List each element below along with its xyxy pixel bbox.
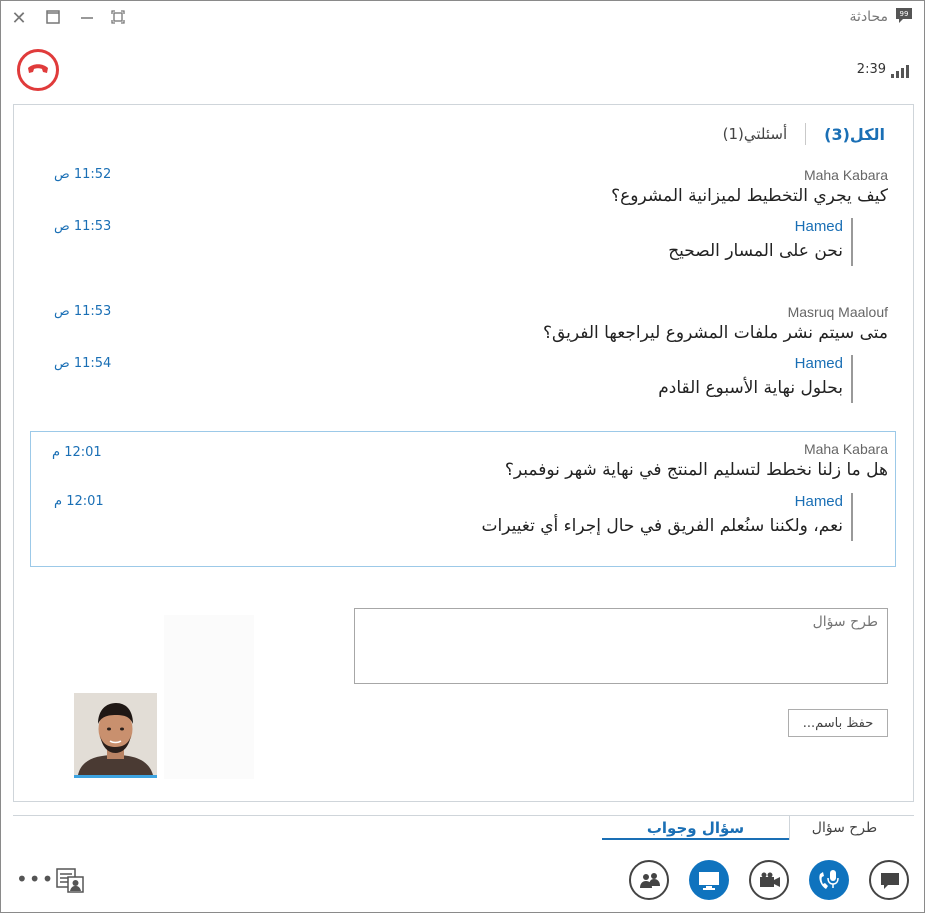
chat-icon [881, 873, 899, 889]
signal-icon [890, 63, 912, 78]
conversation-window: ✕ محادثة 99 2:39 الكل(3) أسئلتي(1) Maha … [0, 0, 925, 913]
question-time: 11:52 ص [54, 167, 112, 182]
video-button[interactable] [749, 860, 789, 900]
chat-button[interactable] [869, 860, 909, 900]
answer-author: Hamed [794, 218, 843, 235]
contact-card-icon[interactable] [56, 867, 84, 893]
svg-text:99: 99 [900, 10, 909, 18]
question-time: 12:01 م [52, 445, 102, 460]
minimize-icon[interactable] [77, 9, 97, 29]
window-title: محادثة [849, 9, 888, 25]
question-text: هل ما زلنا نخطط لتسليم المنتج في نهاية ش… [504, 460, 888, 480]
filter-all-tab[interactable]: الكل(3) [824, 125, 885, 144]
question-sender: Maha Kabara [803, 167, 888, 183]
answer-text: نعم، ولكننا سنُعلم الفريق في حال إجراء أ… [481, 516, 843, 536]
qa-filters: الكل(3) أسئلتي(1) [723, 123, 885, 145]
hangup-icon [28, 64, 48, 73]
answer-item: Hamed نحن على المسار الصحيح [668, 218, 853, 266]
tab-qa[interactable]: سؤال وجواب [602, 816, 789, 840]
answer-time: 12:01 م [54, 494, 104, 509]
people-icon [640, 873, 660, 888]
answer-time: 11:53 ص [54, 219, 112, 234]
present-screen-icon [699, 872, 719, 890]
ask-question-input[interactable] [354, 608, 888, 684]
more-options-icon[interactable]: ••• [16, 867, 54, 891]
hangup-button[interactable] [17, 49, 59, 91]
fullscreen-icon[interactable] [108, 9, 128, 29]
answer-item: Hamed نعم، ولكننا سنُعلم الفريق في حال إ… [482, 493, 853, 541]
filter-divider [805, 123, 807, 145]
answer-time: 11:54 ص [54, 356, 112, 371]
answer-item: Hamed بحلول نهاية الأسبوع القادم [658, 355, 853, 403]
present-button[interactable] [689, 860, 729, 900]
save-as-button[interactable]: حفظ باسم... [788, 709, 888, 737]
maximize-icon[interactable] [43, 9, 63, 29]
question-item[interactable]: Masruq Maalouf متى سيتم نشر ملفات المشرو… [543, 304, 888, 343]
question-time: 11:53 ص [54, 304, 112, 319]
call-duration: 2:39 [856, 62, 886, 77]
question-text: متى سيتم نشر ملفات المشروع ليراجعها الفر… [542, 323, 888, 343]
question-sender: Maha Kabara [803, 441, 888, 457]
close-icon[interactable]: ✕ [9, 9, 29, 29]
question-text: كيف يجري التخطيط لميزانية المشروع؟ [611, 186, 888, 206]
audio-call-button[interactable] [809, 860, 849, 900]
answer-author: Hamed [794, 355, 843, 372]
conversation-icon: 99 [894, 7, 914, 25]
video-camera-icon [760, 872, 780, 887]
avatar[interactable] [74, 693, 157, 778]
question-item[interactable]: Maha Kabara كيف يجري التخطيط لميزانية ال… [611, 167, 888, 206]
filter-my-questions-tab[interactable]: أسئلتي(1) [723, 125, 788, 143]
video-preview [164, 615, 254, 779]
answer-text: بحلول نهاية الأسبوع القادم [658, 378, 843, 398]
bottom-tabs: سؤال وجواب طرح سؤال [13, 815, 914, 841]
question-sender: Masruq Maalouf [787, 304, 888, 320]
answer-text: نحن على المسار الصحيح [668, 241, 843, 261]
microphone-phone-icon [819, 870, 839, 889]
question-item[interactable]: Maha Kabara هل ما زلنا نخطط لتسليم المنت… [505, 441, 888, 480]
answer-author: Hamed [794, 493, 843, 510]
participants-button[interactable] [629, 860, 669, 900]
qa-panel: الكل(3) أسئلتي(1) Maha Kabara كيف يجري ا… [13, 104, 914, 802]
tab-ask-question[interactable]: طرح سؤال [789, 816, 899, 840]
